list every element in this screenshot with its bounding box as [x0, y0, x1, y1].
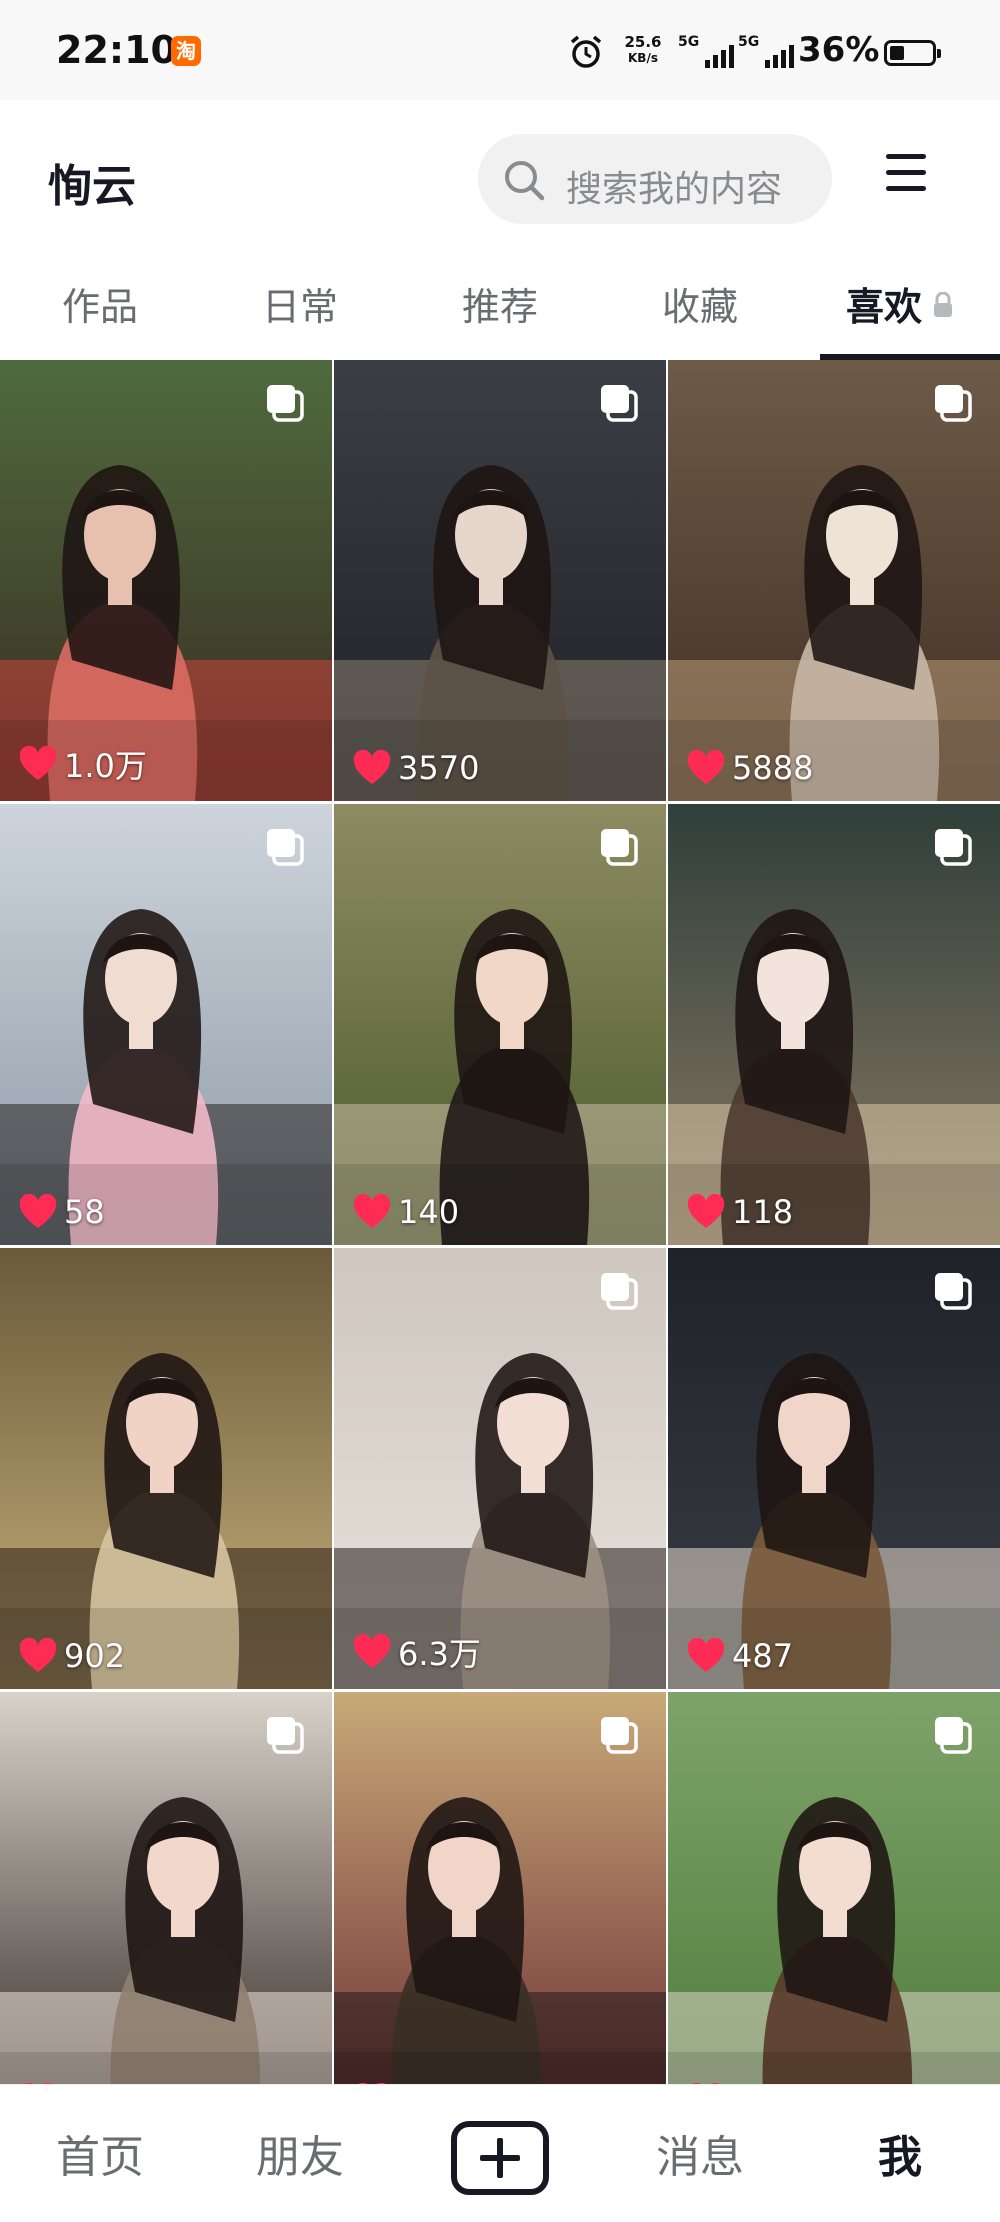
- profile-header: 恂云 搜索我的内容: [0, 100, 1000, 250]
- like-count: 902: [18, 1637, 125, 1675]
- heart-icon: [19, 746, 57, 780]
- like-count: 5888: [686, 749, 813, 787]
- video-tile[interactable]: 3570: [334, 360, 666, 801]
- network-speed: 25.6 KB/s: [624, 33, 662, 65]
- multi-image-icon: [601, 829, 638, 866]
- heart-icon: [687, 1638, 725, 1672]
- heart-icon: [353, 750, 391, 784]
- video-thumbnail: [334, 804, 666, 1245]
- video-thumbnail: [0, 1248, 332, 1689]
- video-thumbnail: [668, 1248, 1000, 1689]
- nav-friends[interactable]: 朋友: [200, 2121, 400, 2185]
- like-count: 58: [18, 1193, 105, 1231]
- menu-icon[interactable]: [886, 154, 932, 194]
- video-thumbnail: [0, 360, 332, 801]
- liked-videos-grid: 1.0万 3570 5888 58 140 118 902 6.3万 487: [0, 360, 1000, 2084]
- username: 恂云: [48, 161, 136, 212]
- like-count: 487: [686, 1637, 793, 1675]
- multi-image-icon: [935, 1717, 972, 1754]
- video-tile[interactable]: 902: [0, 1248, 332, 1689]
- video-thumbnail: [668, 804, 1000, 1245]
- like-count: 3570: [352, 749, 479, 787]
- nav-messages[interactable]: 消息: [600, 2121, 800, 2185]
- search-placeholder: 搜索我的内容: [566, 169, 783, 210]
- signal-icon-sim1: 5G: [676, 34, 734, 70]
- video-tile[interactable]: 118: [668, 804, 1000, 1245]
- multi-image-icon: [267, 829, 304, 866]
- multi-image-icon: [601, 1273, 638, 1310]
- tab-likes[interactable]: 喜欢: [800, 276, 1000, 360]
- video-tile[interactable]: 1.0万: [0, 360, 332, 801]
- nav-me[interactable]: 我: [800, 2121, 1000, 2185]
- status-time: 22:10: [56, 28, 177, 72]
- battery-fill: [890, 46, 904, 60]
- screen: 22:10 淘 25.6 KB/s 5G 5G 36% 恂云 搜索我的内容 作品…: [0, 0, 1000, 2222]
- battery-icon: [884, 40, 941, 66]
- tab-favorites[interactable]: 收藏: [600, 276, 800, 360]
- like-count: 1.0万: [18, 741, 147, 787]
- heart-icon: [19, 1638, 57, 1672]
- multi-image-icon: [601, 385, 638, 422]
- bottom-nav: 首页 朋友 消息 我: [0, 2084, 1000, 2222]
- video-thumbnail: [334, 360, 666, 801]
- video-thumbnail: [334, 1248, 666, 1689]
- search-input[interactable]: 搜索我的内容: [478, 134, 832, 224]
- heart-icon: [19, 1194, 57, 1228]
- alarm-icon: [570, 35, 602, 68]
- multi-image-icon: [935, 829, 972, 866]
- video-tile[interactable]: 58: [0, 804, 332, 1245]
- taobao-notification-icon: 淘: [171, 36, 201, 66]
- video-tile[interactable]: 5888: [668, 360, 1000, 801]
- multi-image-icon: [267, 1717, 304, 1754]
- signal-icon-sim2: 5G: [736, 34, 794, 70]
- like-count: 118: [686, 1193, 793, 1231]
- heart-icon: [687, 1194, 725, 1228]
- video-tile[interactable]: [668, 1692, 1000, 2084]
- tab-daily[interactable]: 日常: [200, 276, 400, 360]
- multi-image-icon: [267, 385, 304, 422]
- video-tile[interactable]: 140: [334, 804, 666, 1245]
- create-post-button[interactable]: [451, 2121, 549, 2195]
- status-bar: 22:10 淘 25.6 KB/s 5G 5G 36%: [0, 0, 1000, 100]
- heart-icon: [353, 1634, 391, 1668]
- heart-icon: [353, 1194, 391, 1228]
- multi-image-icon: [935, 1273, 972, 1310]
- multi-image-icon: [935, 385, 972, 422]
- tab-works[interactable]: 作品: [0, 276, 200, 360]
- search-icon: [505, 161, 545, 201]
- video-tile[interactable]: 6.3万: [334, 1248, 666, 1689]
- video-tile[interactable]: [334, 1692, 666, 2084]
- video-thumbnail: [0, 804, 332, 1245]
- nav-home[interactable]: 首页: [0, 2121, 200, 2185]
- tab-recommend[interactable]: 推荐: [400, 276, 600, 360]
- battery-percent: 36%: [798, 30, 880, 70]
- heart-icon: [687, 750, 725, 784]
- multi-image-icon: [601, 1717, 638, 1754]
- profile-tabs: 作品 日常 推荐 收藏 喜欢: [0, 250, 1000, 360]
- video-tile[interactable]: 487: [668, 1248, 1000, 1689]
- video-tile[interactable]: [0, 1692, 332, 2084]
- lock-icon: [934, 292, 952, 317]
- like-count: 140: [352, 1193, 459, 1231]
- like-count: 6.3万: [352, 1629, 481, 1675]
- video-thumbnail: [668, 360, 1000, 801]
